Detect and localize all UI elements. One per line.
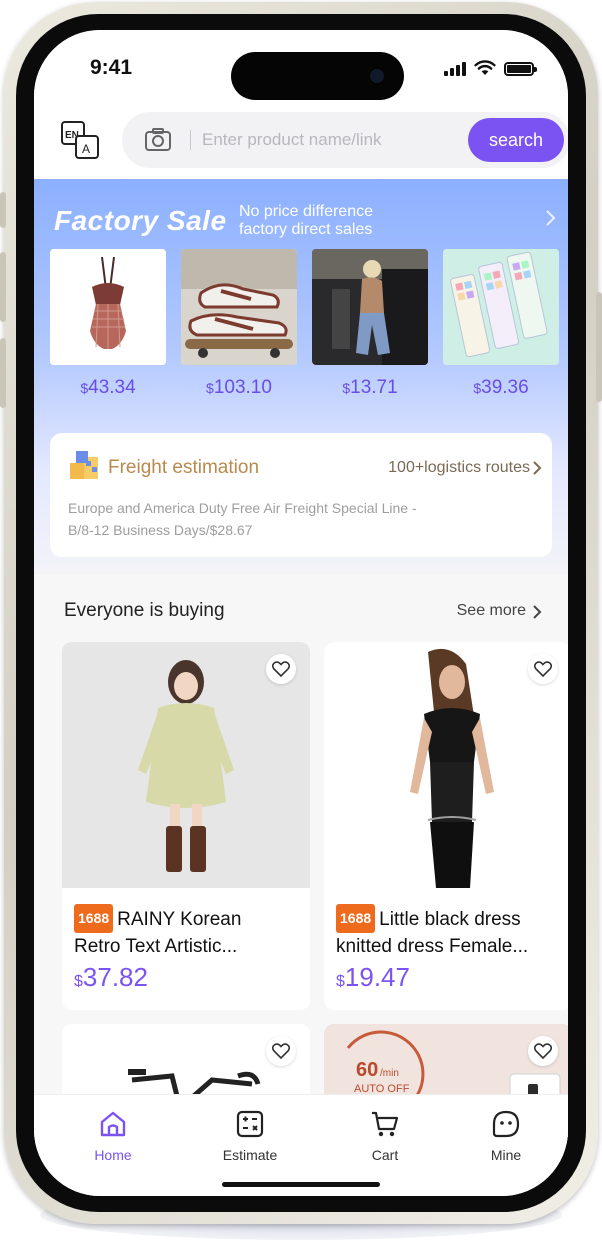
product-price: $37.82 [74, 962, 148, 992]
home-indicator[interactable] [222, 1182, 380, 1187]
status-bar: 9:41 [34, 30, 568, 112]
product-price: $19.47 [336, 962, 410, 992]
tab-label: Home [94, 1147, 132, 1163]
tab-label: Mine [490, 1147, 522, 1163]
calculator-icon [236, 1110, 264, 1138]
volume-up-button [0, 252, 6, 322]
dynamic-island [231, 52, 404, 100]
freight-boxes-icon [70, 451, 98, 479]
see-more-link[interactable]: See more [457, 602, 526, 620]
product-image[interactable] [312, 249, 428, 365]
status-time: 9:41 [90, 56, 133, 79]
side-button [0, 192, 6, 228]
app-header: EN A search [34, 112, 568, 182]
favorite-heart-icon[interactable] [528, 654, 558, 684]
product-price: $43.34 [80, 377, 136, 398]
cart-icon [372, 1111, 399, 1137]
search-button[interactable]: search [468, 118, 564, 162]
tab-label: Estimate [222, 1147, 278, 1163]
favorite-heart-icon[interactable] [528, 1036, 558, 1066]
power-button [596, 292, 602, 402]
source-badge: 1688 [336, 904, 376, 933]
favorite-heart-icon[interactable] [266, 1036, 296, 1066]
product-card[interactable]: 1688 Little black dress knitted dress Fem… [324, 642, 568, 1010]
chevron-right-icon[interactable] [532, 460, 542, 476]
favorite-heart-icon[interactable] [266, 654, 296, 684]
product-price: $103.10 [206, 377, 272, 398]
product-title: 1688 Little black dress knitted dress Fem… [336, 904, 564, 960]
product-price: $13.71 [342, 377, 398, 398]
factory-sale-title: Factory Sale [54, 205, 227, 236]
svg-text:A: A [82, 142, 90, 156]
product-image[interactable] [181, 249, 297, 365]
factory-sale-subtitle-line2: factory direct sales [239, 221, 373, 238]
auto-off-number: 60 [356, 1059, 378, 1081]
factory-sale-section: Factory Sale No price difference factory… [34, 179, 568, 569]
system-icons [444, 60, 537, 76]
freight-description-line2: B/8-12 Business Days/$28.67 [68, 522, 253, 538]
phone-bezel: 9:41 EN A Enter product name/link search… [16, 14, 586, 1212]
product-price: $39.36 [473, 377, 529, 398]
tab-label: Cart [371, 1147, 399, 1163]
factory-product-card[interactable]: $39.36 [443, 249, 559, 399]
wifi-icon [474, 60, 496, 75]
product-card[interactable]: 1688 RAINY Korean Retro Text Artistic... … [62, 642, 310, 1010]
freight-estimation-card[interactable]: Freight estimation 100+logistics routes … [50, 433, 552, 557]
battery-icon [504, 62, 537, 76]
volume-down-button [0, 338, 6, 408]
search-bar: search [122, 112, 568, 168]
phone-frame: 9:41 EN A Enter product name/link search… [0, 2, 602, 1224]
everyone-buying-section: Everyone is buying See more 1688 RAINY K… [34, 574, 568, 1144]
factory-product-card[interactable]: $13.71 [312, 249, 428, 399]
freight-description: Europe and America Duty Free Air Freight… [68, 497, 528, 541]
tab-cart[interactable]: Cart [340, 1109, 430, 1163]
language-translate-icon[interactable]: EN A [60, 120, 100, 160]
front-camera [370, 69, 384, 83]
factory-product-card[interactable]: $103.10 [181, 249, 297, 399]
freight-title: Freight estimation [108, 457, 260, 478]
factory-sale-subtitle-line1: No price difference [239, 203, 373, 220]
freight-description-line1: Europe and America Duty Free Air Freight… [68, 500, 417, 516]
tab-mine[interactable]: Mine [461, 1109, 551, 1163]
bottom-tab-bar: Home Estimate Cart Mine [34, 1094, 568, 1196]
home-icon [100, 1111, 126, 1137]
tab-home[interactable]: Home [68, 1109, 158, 1163]
signal-icon [444, 62, 466, 76]
camera-search-icon[interactable] [144, 127, 172, 153]
source-badge: 1688 [74, 904, 114, 933]
chevron-right-icon[interactable] [544, 209, 556, 227]
phone-screen: 9:41 EN A Enter product name/link search… [34, 30, 568, 1196]
factory-product-card[interactable]: $43.34 [50, 249, 166, 399]
factory-products: $43.34 $103.10 $13.71 $39.36 [50, 249, 568, 419]
auto-off-unit: /min [380, 1068, 399, 1079]
product-image[interactable] [443, 249, 559, 365]
section-title: Everyone is buying [64, 600, 225, 621]
profile-icon [492, 1110, 520, 1138]
search-divider [190, 130, 191, 150]
factory-sale-subtitle: No price difference factory direct sales [239, 203, 373, 239]
search-input[interactable] [202, 120, 462, 160]
chevron-right-icon[interactable] [532, 604, 542, 620]
logistics-routes-link[interactable]: 100+logistics routes [388, 459, 530, 477]
product-title: 1688 RAINY Korean Retro Text Artistic... [74, 904, 302, 960]
product-image[interactable] [50, 249, 166, 365]
tab-estimate[interactable]: Estimate [205, 1109, 295, 1163]
